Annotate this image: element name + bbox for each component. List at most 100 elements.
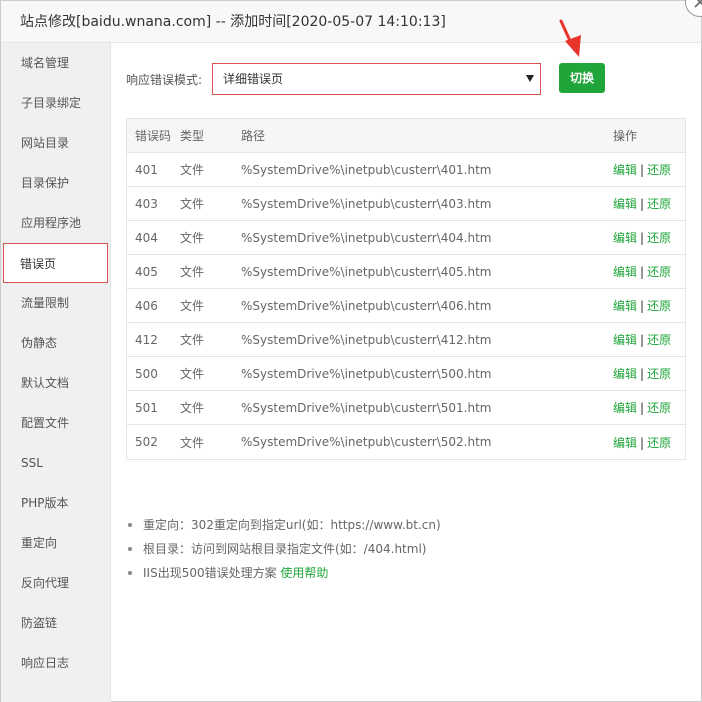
tip-item: 根目录：访问到网站根目录指定文件(如：/404.html): [126, 537, 441, 561]
sidebar-item-domain[interactable]: 域名管理: [1, 43, 110, 83]
sidebar-item-app-pool[interactable]: 应用程序池: [1, 203, 110, 243]
sidebar-item-hotlink[interactable]: 防盗链: [1, 603, 110, 643]
sidebar-item-redirect[interactable]: 重定向: [1, 523, 110, 563]
restore-link[interactable]: 还原: [647, 436, 671, 450]
cell-code: 501: [135, 400, 158, 415]
cell-ops: 编辑 | 还原: [605, 195, 685, 212]
cell-type: 文件: [180, 231, 205, 245]
error-mode-select[interactable]: 详细错误页: [212, 63, 541, 95]
cell-code: 403: [135, 196, 158, 211]
restore-link[interactable]: 还原: [647, 197, 671, 211]
ops-separator: |: [640, 265, 645, 279]
table-row: 403 文件 %SystemDrive%\inetpub\custerr\403.h…: [127, 187, 685, 221]
error-page-table: 错误码 类型 路径 操作 401 文件 %SystemDrive%\inetpub\…: [126, 118, 686, 460]
tips-list: 重定向：302重定向到指定url(如：https://www.bt.cn) 根目…: [126, 513, 441, 585]
edit-link[interactable]: 编辑: [613, 163, 637, 177]
cell-ops: 编辑 | 还原: [605, 297, 685, 314]
sidebar-item-rewrite[interactable]: 伪静态: [1, 323, 110, 363]
cell-code: 406: [135, 298, 158, 313]
cell-type: 文件: [180, 299, 205, 313]
edit-link[interactable]: 编辑: [613, 401, 637, 415]
restore-link[interactable]: 还原: [647, 163, 671, 177]
sidebar: 域名管理 子目录绑定 网站目录 目录保护 应用程序池 错误页 流量限制 伪静态 …: [1, 43, 111, 702]
cell-ops: 编辑 | 还原: [605, 365, 685, 382]
edit-link[interactable]: 编辑: [613, 231, 637, 245]
cell-type: 文件: [180, 333, 205, 347]
header-code: 错误码: [135, 129, 172, 143]
cell-code: 502: [135, 435, 158, 449]
table-row: 501 文件 %SystemDrive%\inetpub\custerr\501.h…: [127, 391, 685, 425]
sidebar-item-php-version[interactable]: PHP版本: [1, 483, 110, 523]
chevron-down-icon: [526, 75, 534, 82]
cell-path: %SystemDrive%\inetpub\custerr\502.htm: [241, 435, 492, 449]
sidebar-item-ssl[interactable]: SSL: [1, 443, 110, 483]
table-row: 404 文件 %SystemDrive%\inetpub\custerr\404.h…: [127, 221, 685, 255]
edit-link[interactable]: 编辑: [613, 299, 637, 313]
cell-code: 401: [135, 162, 158, 177]
restore-link[interactable]: 还原: [647, 265, 671, 279]
ops-separator: |: [640, 401, 645, 415]
edit-link[interactable]: 编辑: [613, 367, 637, 381]
cell-path: %SystemDrive%\inetpub\custerr\406.htm: [241, 298, 492, 313]
table-row: 401 文件 %SystemDrive%\inetpub\custerr\401.h…: [127, 153, 685, 187]
sidebar-item-error-page[interactable]: 错误页: [3, 243, 108, 283]
table-header: 错误码 类型 路径 操作: [127, 119, 685, 153]
cell-ops: 编辑 | 还原: [605, 434, 685, 451]
edit-link[interactable]: 编辑: [613, 265, 637, 279]
table-row: 412 文件 %SystemDrive%\inetpub\custerr\412.h…: [127, 323, 685, 357]
switch-button[interactable]: 切换: [559, 63, 605, 93]
main-content: 响应错误模式: 详细错误页 切换 错误码 类型 路径 操作 401 文件 %Syst…: [111, 19, 701, 701]
header-path: 路径: [241, 129, 266, 143]
sidebar-item-traffic-limit[interactable]: 流量限制: [1, 283, 110, 323]
cell-code: 412: [135, 332, 158, 347]
cell-type: 文件: [180, 367, 205, 381]
cell-type: 文件: [180, 435, 205, 450]
sidebar-item-reverse-proxy[interactable]: 反向代理: [1, 563, 110, 603]
dialog-title: 站点修改[baidu.wnana.com] -- 添加时间[2020-05-07…: [1, 1, 701, 43]
ops-separator: |: [640, 333, 645, 347]
cell-path: %SystemDrive%\inetpub\custerr\500.htm: [241, 366, 492, 381]
tip-item: 重定向：302重定向到指定url(如：https://www.bt.cn): [126, 513, 441, 537]
cell-path: %SystemDrive%\inetpub\custerr\401.htm: [241, 162, 492, 177]
sidebar-item-subdir-bind[interactable]: 子目录绑定: [1, 83, 110, 123]
ops-separator: |: [640, 299, 645, 313]
close-icon: [694, 0, 702, 8]
edit-link[interactable]: 编辑: [613, 333, 637, 347]
table-row: 502 文件 %SystemDrive%\inetpub\custerr\502.h…: [127, 425, 685, 459]
cell-code: 405: [135, 264, 158, 279]
error-mode-selected: 详细错误页: [223, 72, 284, 86]
red-arrow-icon: [559, 19, 581, 57]
edit-link[interactable]: 编辑: [613, 197, 637, 211]
cell-ops: 编辑 | 还原: [605, 399, 685, 416]
help-link[interactable]: 使用帮助: [280, 566, 328, 580]
restore-link[interactable]: 还原: [647, 299, 671, 313]
cell-type: 文件: [180, 197, 205, 211]
header-type: 类型: [180, 129, 205, 143]
ops-separator: |: [640, 197, 645, 211]
sidebar-item-default-doc[interactable]: 默认文档: [1, 363, 110, 403]
cell-path: %SystemDrive%\inetpub\custerr\403.htm: [241, 196, 492, 211]
ops-separator: |: [640, 367, 645, 381]
mode-label: 响应错误模式:: [126, 72, 203, 87]
cell-ops: 编辑 | 还原: [605, 161, 685, 178]
restore-link[interactable]: 还原: [647, 401, 671, 415]
mode-row: 响应错误模式: 详细错误页: [126, 63, 541, 95]
cell-path: %SystemDrive%\inetpub\custerr\404.htm: [241, 230, 492, 245]
cell-ops: 编辑 | 还原: [605, 331, 685, 348]
edit-link[interactable]: 编辑: [613, 436, 637, 450]
sidebar-item-site-dir[interactable]: 网站目录: [1, 123, 110, 163]
cell-path: %SystemDrive%\inetpub\custerr\405.htm: [241, 264, 492, 279]
table-row: 406 文件 %SystemDrive%\inetpub\custerr\406.h…: [127, 289, 685, 323]
sidebar-item-dir-protect[interactable]: 目录保护: [1, 163, 110, 203]
restore-link[interactable]: 还原: [647, 231, 671, 245]
sidebar-item-response-log[interactable]: 响应日志: [1, 643, 110, 683]
cell-path: %SystemDrive%\inetpub\custerr\412.htm: [241, 332, 492, 347]
table-row: 500 文件 %SystemDrive%\inetpub\custerr\500.h…: [127, 357, 685, 391]
sidebar-item-config-file[interactable]: 配置文件: [1, 403, 110, 443]
site-edit-dialog: 站点修改[baidu.wnana.com] -- 添加时间[2020-05-07…: [0, 0, 702, 702]
table-row: 405 文件 %SystemDrive%\inetpub\custerr\405.h…: [127, 255, 685, 289]
restore-link[interactable]: 还原: [647, 333, 671, 347]
ops-separator: |: [640, 163, 645, 177]
restore-link[interactable]: 还原: [647, 367, 671, 381]
cell-type: 文件: [180, 265, 205, 279]
